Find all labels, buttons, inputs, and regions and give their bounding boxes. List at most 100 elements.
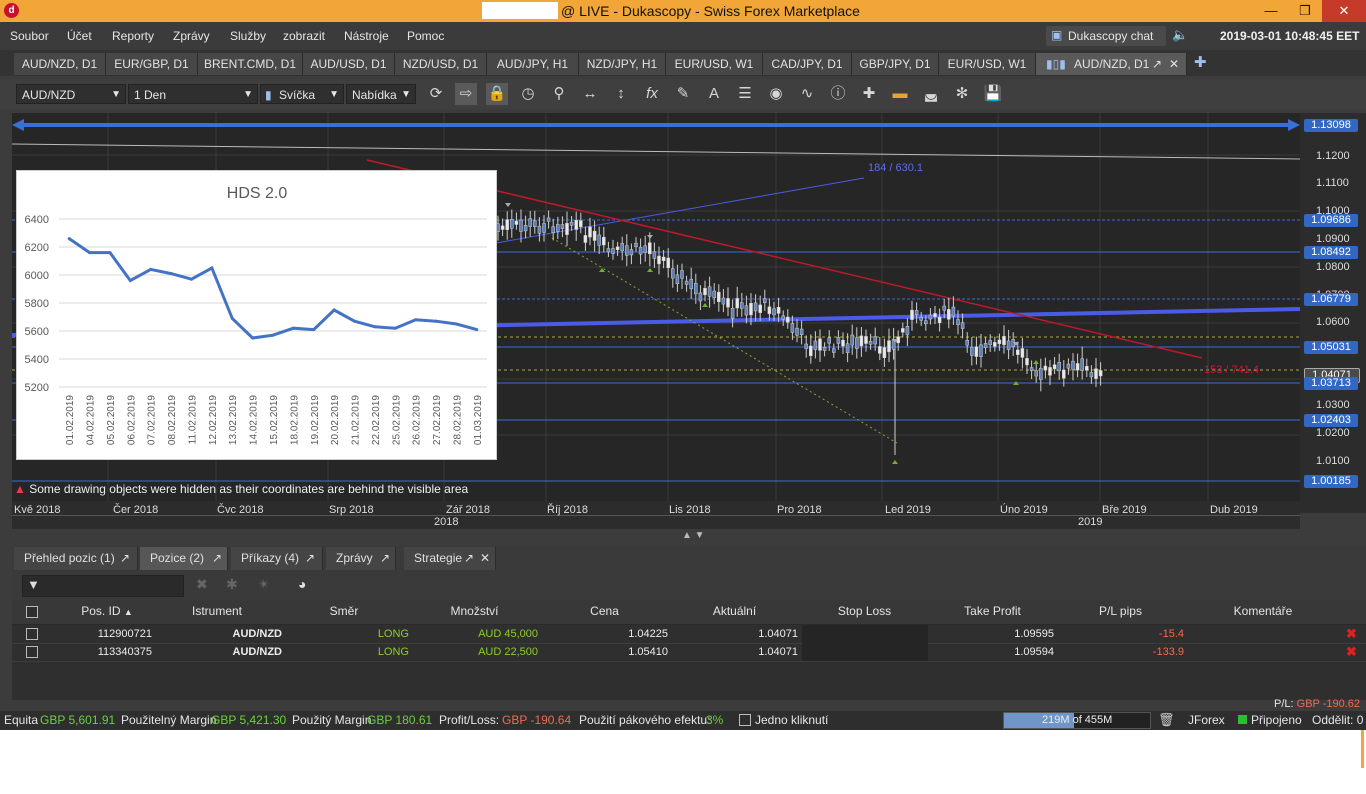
price-axis[interactable]: 1.1200 1.1100 1.1000 1.0900 1.0800 1.070… [1300,113,1366,513]
splitter-handle[interactable]: ▲ ▼ [682,530,705,541]
tab-eur-usd-w1[interactable]: EUR/USD, W1 [666,53,763,75]
dotted-trendline[interactable] [551,237,898,444]
tab-eur-usd-w1-2[interactable]: EUR/USD, W1 [939,53,1036,75]
speaker-icon[interactable]: 🔈 [1172,27,1188,43]
candle-body [983,343,988,348]
lock-icon[interactable]: 🔒 [486,83,508,105]
close-tab-icon[interactable]: ✕ [1169,53,1179,75]
row-checkbox[interactable] [26,628,38,640]
col-pos-id[interactable]: Pos. ID ▲ [52,604,162,618]
undock-icon[interactable]: ↗ [120,547,130,570]
tab-aud-nzd-d1[interactable]: AUD/NZD, D1 [14,53,106,75]
row-checkbox[interactable] [26,646,38,658]
menu-file[interactable]: Soubor [10,29,49,43]
menu-services[interactable]: Služby [230,29,266,43]
price-tick: 1.0100 [1316,455,1350,467]
tab-nzd-usd-d1[interactable]: NZD/USD, D1 [395,53,487,75]
tab-aud-jpy-h1[interactable]: AUD/JPY, H1 [487,53,579,75]
tab-positions[interactable]: Pozice (2) ↗ [140,547,228,570]
horizontal-resize-icon[interactable]: ↔ [579,83,601,105]
save-icon[interactable]: 💾 [982,83,1004,105]
fractal-down-marker [505,203,511,207]
close-button[interactable]: ✕ [1322,0,1366,22]
zoom-area-icon[interactable]: ⚲ [548,83,570,105]
time-axis[interactable]: Kvě 2018 Čer 2018 Čvc 2018 Srp 2018 Zář … [12,501,1300,529]
menu-account[interactable]: Účet [67,29,92,43]
indicators-icon[interactable]: fx [641,83,663,105]
cell-stop-loss[interactable] [802,643,928,661]
col-amount[interactable]: Množství [412,604,537,618]
undock-icon[interactable]: ↗ [212,547,222,570]
tab-aud-nzd-d1-active[interactable]: ▮▯▮ AUD/NZD, D1 ↗ ✕ [1036,53,1187,75]
undock-icon[interactable]: ↗ [464,547,474,570]
tab-gbp-jpy-d1[interactable]: GBP/JPY, D1 [852,53,939,75]
cell-direction: LONG [377,628,409,640]
col-pl-pips[interactable]: P/L pips [1058,604,1183,618]
close-position-icon[interactable]: ✖ [1346,644,1357,660]
undock-icon[interactable]: ↗ [305,547,315,570]
menu-help[interactable]: Pomoc [407,29,444,43]
filter-input[interactable]: ▼ [22,575,184,597]
instrument-select[interactable]: AUD/NZD ▼ [16,84,126,104]
cell-take-profit[interactable]: 1.09594 [930,646,1054,658]
pie-chart-icon[interactable]: ◕ [298,576,306,592]
menu-messages[interactable]: Zprávy [173,29,210,43]
minimize-button[interactable]: — [1254,0,1288,22]
memory-bar[interactable]: 219M of 455M [1003,712,1151,729]
col-current[interactable]: Aktuální [672,604,797,618]
table-row[interactable]: 113340375 AUD/NZD LONG AUD 22,500 1.0541… [12,643,1366,662]
close-all-icon[interactable]: ✱ [226,576,238,593]
merge-icon[interactable]: ✴ [258,576,270,593]
menu-reports[interactable]: Reporty [112,29,154,43]
text-tool-icon[interactable]: A [703,83,725,105]
ruler-icon[interactable]: ▬ [889,83,911,105]
tab-position-summary[interactable]: Přehled pozic (1) ↗ [14,547,138,570]
col-instrument[interactable]: Istrument [162,604,272,618]
dukascopy-chat-button[interactable]: ▣ Dukascopy chat [1046,26,1166,46]
tab-aud-usd-d1[interactable]: AUD/USD, D1 [303,53,395,75]
maximize-button[interactable]: ❐ [1288,0,1322,22]
grey-trendline[interactable] [12,143,1300,160]
paint-bucket-icon[interactable]: ◛ [920,83,942,105]
menu-tools[interactable]: Nástroje [344,29,389,43]
period-select[interactable]: 1 Den ▼ [128,84,258,104]
close-position-icon[interactable]: ✖ [1346,626,1357,642]
col-price[interactable]: Cena [542,604,667,618]
info-icon[interactable]: ⓘ [827,83,849,105]
select-all-checkbox[interactable] [26,606,38,618]
col-stop-loss[interactable]: Stop Loss [802,604,927,618]
col-take-profit[interactable]: Take Profit [930,604,1055,618]
cell-stop-loss[interactable] [802,625,928,643]
offer-side-select[interactable]: Nabídka ▼ [346,84,416,104]
tab-eur-gbp-d1[interactable]: EUR/GBP, D1 [106,53,198,75]
tab-brent-cmd-d1[interactable]: BRENT.CMD, D1 [198,53,303,75]
undock-icon[interactable]: ↗ [1152,53,1162,75]
tab-nzd-jpy-h1[interactable]: NZD/JPY, H1 [579,53,666,75]
chart-type-select[interactable]: ▮ Svíčka ▼ [260,84,344,104]
pencil-icon[interactable]: ✎ [672,83,694,105]
template-icon[interactable]: ✻ [951,83,973,105]
one-click-checkbox[interactable] [739,714,751,726]
close-tab-icon[interactable]: ✕ [480,547,490,570]
close-position-icon[interactable]: ✖ [196,576,208,593]
crosshair-icon[interactable]: ✚ [858,83,880,105]
trash-icon[interactable]: 🗑 [1158,712,1175,728]
cell-take-profit[interactable]: 1.09595 [930,628,1054,640]
refresh-icon[interactable]: ⟳ [425,83,447,105]
tab-messages[interactable]: Zprávy ↗ [326,547,396,570]
undock-icon[interactable]: ↗ [380,547,390,570]
tab-cad-jpy-d1[interactable]: CAD/JPY, D1 [763,53,852,75]
tab-strategies[interactable]: Strategie ↗ ✕ [404,547,496,570]
zoom-time-icon[interactable]: ◷ [517,83,539,105]
col-comments[interactable]: Komentáře [1188,604,1338,618]
autoshift-icon[interactable]: ⇨ [455,83,477,105]
col-direction[interactable]: Směr [284,604,404,618]
chart-pattern-icon[interactable]: ∿ [796,83,818,105]
tab-orders[interactable]: Příkazy (4) ↗ [231,547,323,570]
layers-icon[interactable]: ☰ [734,83,756,105]
table-row[interactable]: 112900721 AUD/NZD LONG AUD 45,000 1.0422… [12,625,1366,644]
add-chart-icon[interactable]: ✚ [1194,53,1207,71]
menu-view[interactable]: zobrazit [283,29,325,43]
eye-icon[interactable]: ◉ [765,83,787,105]
vertical-resize-icon[interactable]: ↕ [610,83,632,105]
